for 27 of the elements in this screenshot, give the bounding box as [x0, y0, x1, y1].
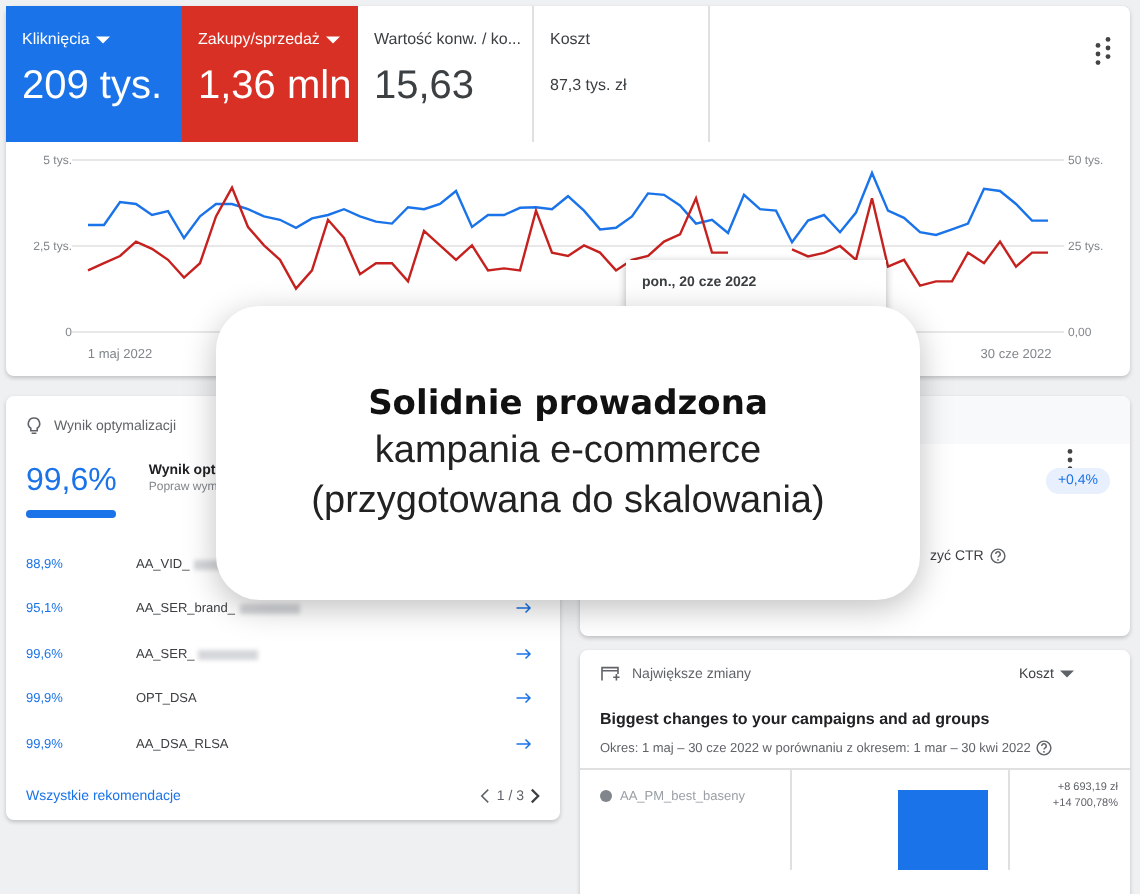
metric-tile[interactable]: Kliknięcia 209 tys. [6, 6, 182, 142]
lightbulb-icon [26, 416, 42, 436]
metric-tile[interactable]: Zakupy/sprzedaż 1,36 mln [182, 6, 358, 142]
overlay-text: (przygotowana do skalowania) [311, 479, 825, 523]
next-icon[interactable] [530, 788, 540, 804]
status-dot-icon [600, 790, 612, 802]
caret-icon [1060, 670, 1074, 678]
optimization-score: 99,6% [26, 464, 117, 500]
overlay-text: kampania e-commerce [374, 429, 762, 473]
more-icon[interactable] [1094, 42, 1102, 66]
help-icon[interactable] [1036, 740, 1053, 756]
overlay-heading: Solidnie prowadzona [368, 383, 768, 423]
metric-value: 15,63 [374, 64, 477, 110]
metric-label: Koszt [550, 30, 591, 48]
change-bar [898, 790, 988, 870]
metric-value: 209 tys. [22, 64, 165, 110]
window-plus-icon [600, 666, 620, 682]
metric-label: Wartość konw. / ko... [374, 30, 522, 48]
metric-label: Kliknięcia [22, 30, 90, 48]
help-icon[interactable] [989, 548, 1006, 564]
more-icon[interactable] [1104, 36, 1112, 60]
metric-label: Zakupy/sprzedaż [198, 30, 320, 48]
section-title: Biggest changes to your campaigns and ad groups [598, 708, 992, 728]
previous-icon[interactable] [480, 788, 491, 804]
metric-value: 87,3 tys. zł [550, 76, 629, 94]
metric-tile[interactable]: Wartość konw. / ko... 15,63 [358, 6, 534, 142]
metric-tile[interactable]: Koszt 87,3 tys. zł [534, 6, 710, 142]
